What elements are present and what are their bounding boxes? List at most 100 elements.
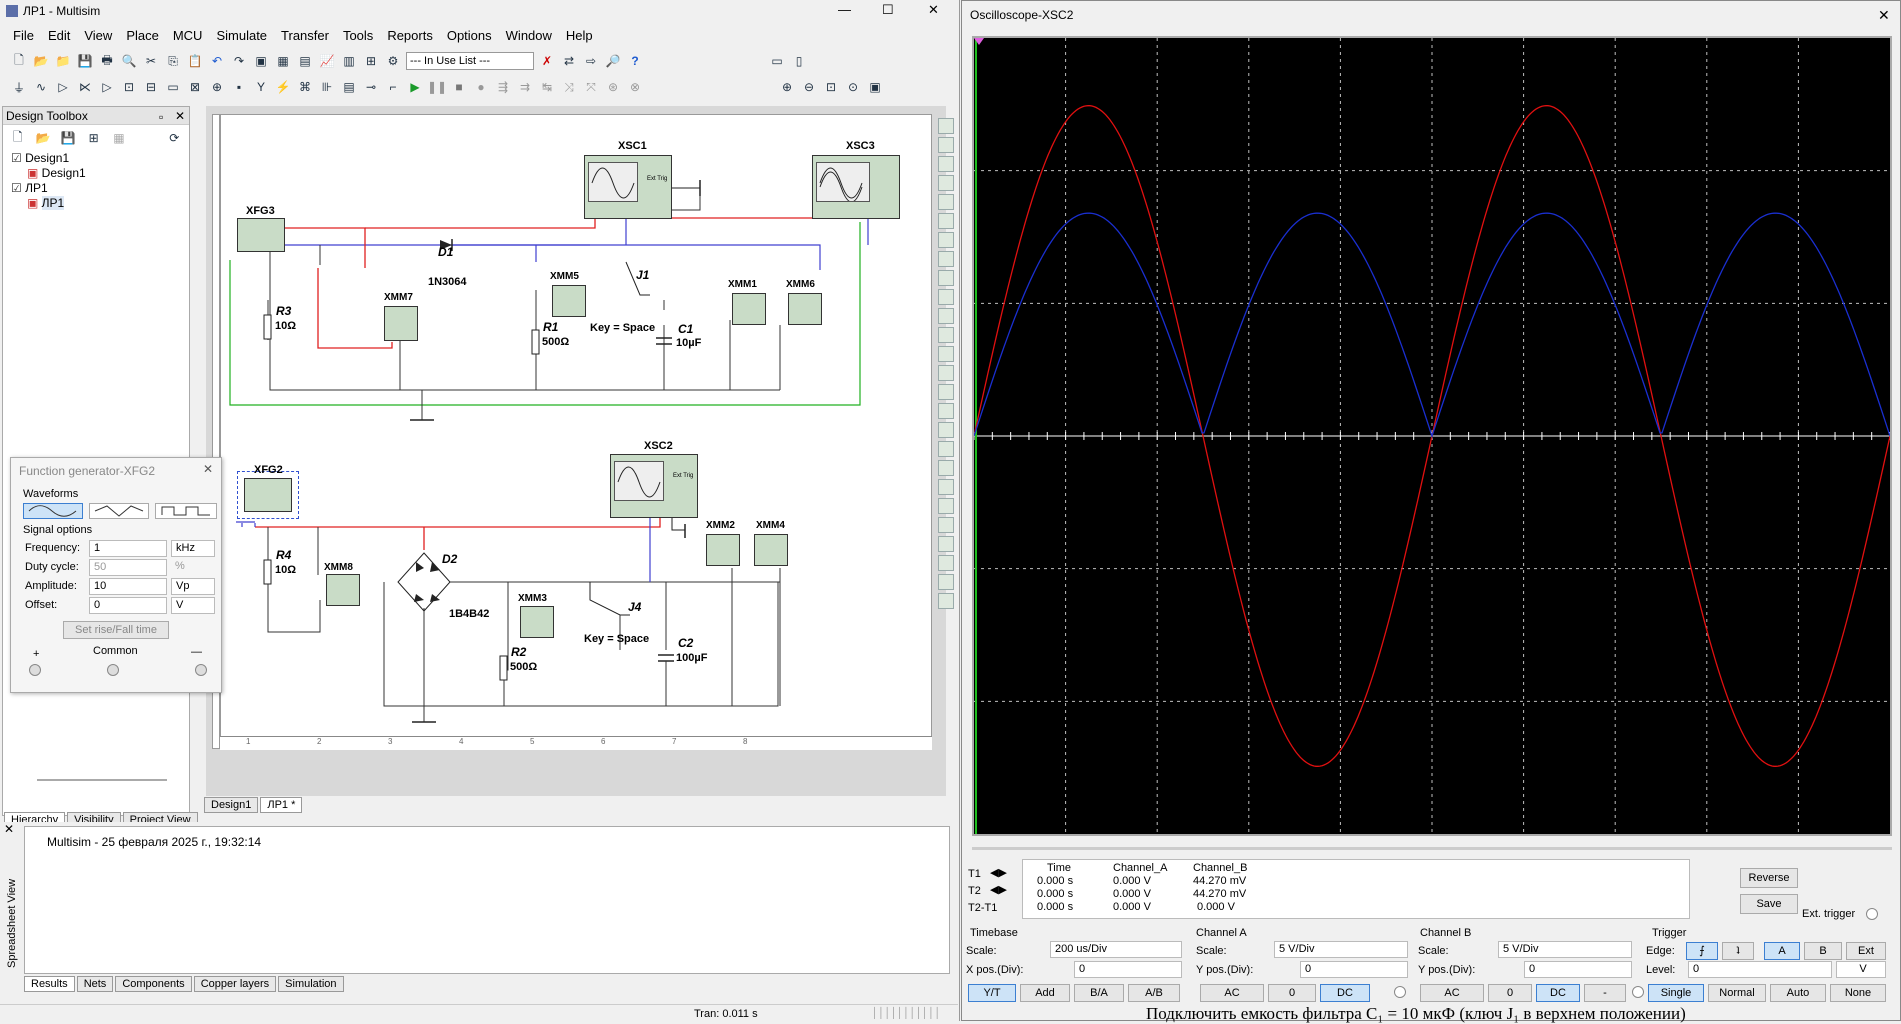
instrument-icon[interactable]	[938, 270, 954, 286]
channel-a-zero-button[interactable]: 0	[1268, 984, 1316, 1002]
osc-screen[interactable]	[972, 36, 1892, 836]
instrument-icon[interactable]	[938, 213, 954, 229]
t2-left-arrow[interactable]: ◀▶	[990, 883, 1007, 896]
instrument-icon[interactable]	[938, 441, 954, 457]
single-button[interactable]: Single	[1648, 984, 1704, 1002]
function-generator-xfg2[interactable]	[237, 471, 299, 519]
frequency-unit-field[interactable]: kHz	[171, 540, 215, 557]
instrument-icon[interactable]	[938, 460, 954, 476]
instrument-icon[interactable]	[938, 118, 954, 134]
ab-button[interactable]: A/B	[1128, 984, 1180, 1002]
reverse-button[interactable]: Reverse	[1740, 868, 1798, 888]
instrument-icon[interactable]	[938, 289, 954, 305]
channel-a-ypos-field[interactable]: 0	[1300, 961, 1408, 978]
trigger-level-field[interactable]: 0	[1688, 961, 1832, 978]
none-button[interactable]: None	[1830, 984, 1886, 1002]
instrument-icon[interactable]	[938, 384, 954, 400]
instrument-icon[interactable]	[938, 593, 954, 609]
common-terminal[interactable]	[107, 664, 119, 676]
trigger-level-unit[interactable]: V	[1836, 961, 1886, 978]
fg-close-icon[interactable]: ✕	[203, 462, 213, 476]
channel-b-ypos-field[interactable]: 0	[1524, 961, 1632, 978]
normal-button[interactable]: Normal	[1708, 984, 1766, 1002]
t1-left-arrow[interactable]: ◀▶	[990, 866, 1007, 879]
channel-b-zero-button[interactable]: 0	[1488, 984, 1532, 1002]
spreadsheet-tab[interactable]: Simulation	[278, 976, 344, 992]
sine-wave-button[interactable]	[23, 503, 83, 519]
osc-scrollbar[interactable]	[972, 847, 1892, 850]
multimeter-xmm7[interactable]	[384, 306, 418, 341]
square-wave-button[interactable]	[155, 503, 217, 519]
spreadsheet-tab[interactable]: Components	[115, 976, 192, 992]
save-button[interactable]: Save	[1740, 894, 1798, 914]
oscilloscope-xsc1[interactable]: Ext Trig	[584, 155, 672, 219]
instrument-icon[interactable]	[938, 574, 954, 590]
instrument-icon[interactable]	[938, 403, 954, 419]
channel-a-ac-button[interactable]: AC	[1200, 984, 1264, 1002]
instrument-icon[interactable]	[938, 251, 954, 267]
falling-edge-button[interactable]: ʇ	[1722, 942, 1754, 960]
sheet-tab[interactable]: ЛР1 *	[260, 797, 303, 813]
instrument-icon[interactable]	[938, 498, 954, 514]
multimeter-xmm1[interactable]	[732, 293, 766, 325]
instrument-icon[interactable]	[938, 137, 954, 153]
timebase-xpos-field[interactable]: 0	[1074, 961, 1182, 978]
spreadsheet-tab[interactable]: Copper layers	[193, 976, 277, 992]
timebase-scale-field[interactable]: 200 us/Div	[1050, 941, 1182, 958]
frequency-field[interactable]: 1	[89, 540, 167, 557]
channel-b-ac-button[interactable]: AC	[1420, 984, 1484, 1002]
trigger-b-button[interactable]: B	[1804, 942, 1842, 960]
oscilloscope-xsc3[interactable]	[812, 155, 900, 219]
oscilloscope-xsc2[interactable]: Ext Trig	[610, 454, 698, 518]
instrument-icon[interactable]	[938, 232, 954, 248]
amplitude-field[interactable]: 10	[89, 578, 167, 595]
instrument-icon[interactable]	[938, 194, 954, 210]
instrument-icon[interactable]	[938, 327, 954, 343]
set-rise-fall-button[interactable]: Set rise/Fall time	[63, 621, 169, 639]
trigger-a-button[interactable]: A	[1764, 942, 1800, 960]
rising-edge-button[interactable]: ⨍	[1686, 942, 1718, 960]
spreadsheet-close-icon[interactable]: ✕	[4, 822, 14, 836]
instrument-icon[interactable]	[938, 555, 954, 571]
multimeter-xmm5[interactable]	[552, 285, 586, 317]
add-button[interactable]: Add	[1020, 984, 1070, 1002]
instrument-icon[interactable]	[938, 517, 954, 533]
instrument-icon[interactable]	[938, 422, 954, 438]
triangle-wave-button[interactable]	[89, 503, 149, 519]
channel-b-invert-button[interactable]: -	[1584, 984, 1626, 1002]
ba-button[interactable]: B/A	[1074, 984, 1124, 1002]
channel-b-scale-field[interactable]: 5 V/Div	[1498, 941, 1632, 958]
multimeter-xmm3[interactable]	[520, 606, 554, 638]
spreadsheet-tab[interactable]: Nets	[76, 976, 114, 992]
duty-cycle-field[interactable]: 50	[89, 559, 167, 576]
minus-terminal[interactable]	[195, 664, 207, 676]
ext-trigger-terminal[interactable]	[1866, 908, 1878, 920]
yt-button[interactable]: Y/T	[968, 984, 1016, 1002]
channel-a-dc-button[interactable]: DC	[1320, 984, 1370, 1002]
channel-b-terminal[interactable]	[1632, 986, 1644, 998]
plus-terminal[interactable]	[29, 664, 41, 676]
multimeter-xmm4[interactable]	[754, 534, 788, 566]
spreadsheet-tab[interactable]: Results	[24, 976, 75, 992]
instrument-icon[interactable]	[938, 156, 954, 172]
offset-unit-field[interactable]: V	[171, 597, 215, 614]
auto-button[interactable]: Auto	[1770, 984, 1826, 1002]
offset-field[interactable]: 0	[89, 597, 167, 614]
channel-a-scale-field[interactable]: 5 V/Div	[1274, 941, 1408, 958]
instrument-icon[interactable]	[938, 536, 954, 552]
trigger-ext-button[interactable]: Ext	[1846, 942, 1886, 960]
function-generator-xfg3[interactable]	[237, 218, 285, 252]
instrument-icon[interactable]	[938, 175, 954, 191]
channel-a-terminal[interactable]	[1394, 986, 1406, 998]
amplitude-unit-field[interactable]: Vp	[171, 578, 215, 595]
multimeter-xmm2[interactable]	[706, 534, 740, 566]
instrument-icon[interactable]	[938, 479, 954, 495]
multimeter-xmm8[interactable]	[326, 574, 360, 606]
instrument-icon[interactable]	[938, 346, 954, 362]
instrument-icon[interactable]	[938, 308, 954, 324]
multimeter-xmm6[interactable]	[788, 293, 822, 325]
osc-close-button[interactable]: ✕	[1878, 1, 1890, 29]
channel-b-dc-button[interactable]: DC	[1536, 984, 1580, 1002]
instrument-icon[interactable]	[938, 365, 954, 381]
sheet-tab[interactable]: Design1	[204, 797, 259, 813]
